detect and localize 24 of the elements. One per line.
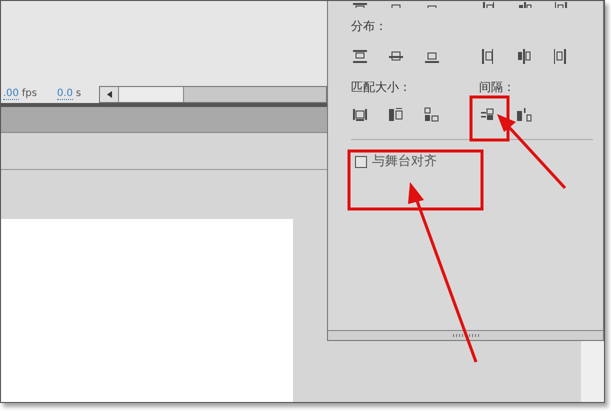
- align-to-stage-checkbox[interactable]: [355, 156, 367, 168]
- horizontal-scrollbar[interactable]: [99, 86, 327, 102]
- distribute-icon[interactable]: [515, 48, 533, 65]
- align-to-stage-label: 与舞台对齐: [372, 153, 437, 171]
- time-value[interactable]: 0.0: [57, 88, 73, 100]
- resize-grip[interactable]: [328, 330, 603, 340]
- side-strip: [581, 341, 604, 402]
- spacing-icon[interactable]: [515, 106, 533, 123]
- match-size-icon[interactable]: [423, 106, 441, 123]
- highlight-box: [470, 96, 510, 142]
- frame-rate-unit: fps: [22, 89, 37, 99]
- scroll-thumb[interactable]: [119, 86, 184, 102]
- scroll-left-button[interactable]: [100, 86, 119, 102]
- spacing-label: 间隔：: [479, 79, 515, 95]
- distribute-icon[interactable]: [551, 48, 569, 65]
- distribute-icon[interactable]: [351, 48, 369, 65]
- frame-rate-value[interactable]: .00: [3, 88, 19, 100]
- left-arrow-icon: [106, 90, 112, 98]
- match-size-icon[interactable]: [387, 106, 405, 123]
- grip-icon: [452, 334, 478, 337]
- match-size-label: 匹配大小：: [351, 79, 412, 95]
- distribute-label: 分布：: [351, 18, 388, 34]
- time-unit: s: [76, 89, 82, 99]
- match-size-icon[interactable]: [351, 106, 369, 123]
